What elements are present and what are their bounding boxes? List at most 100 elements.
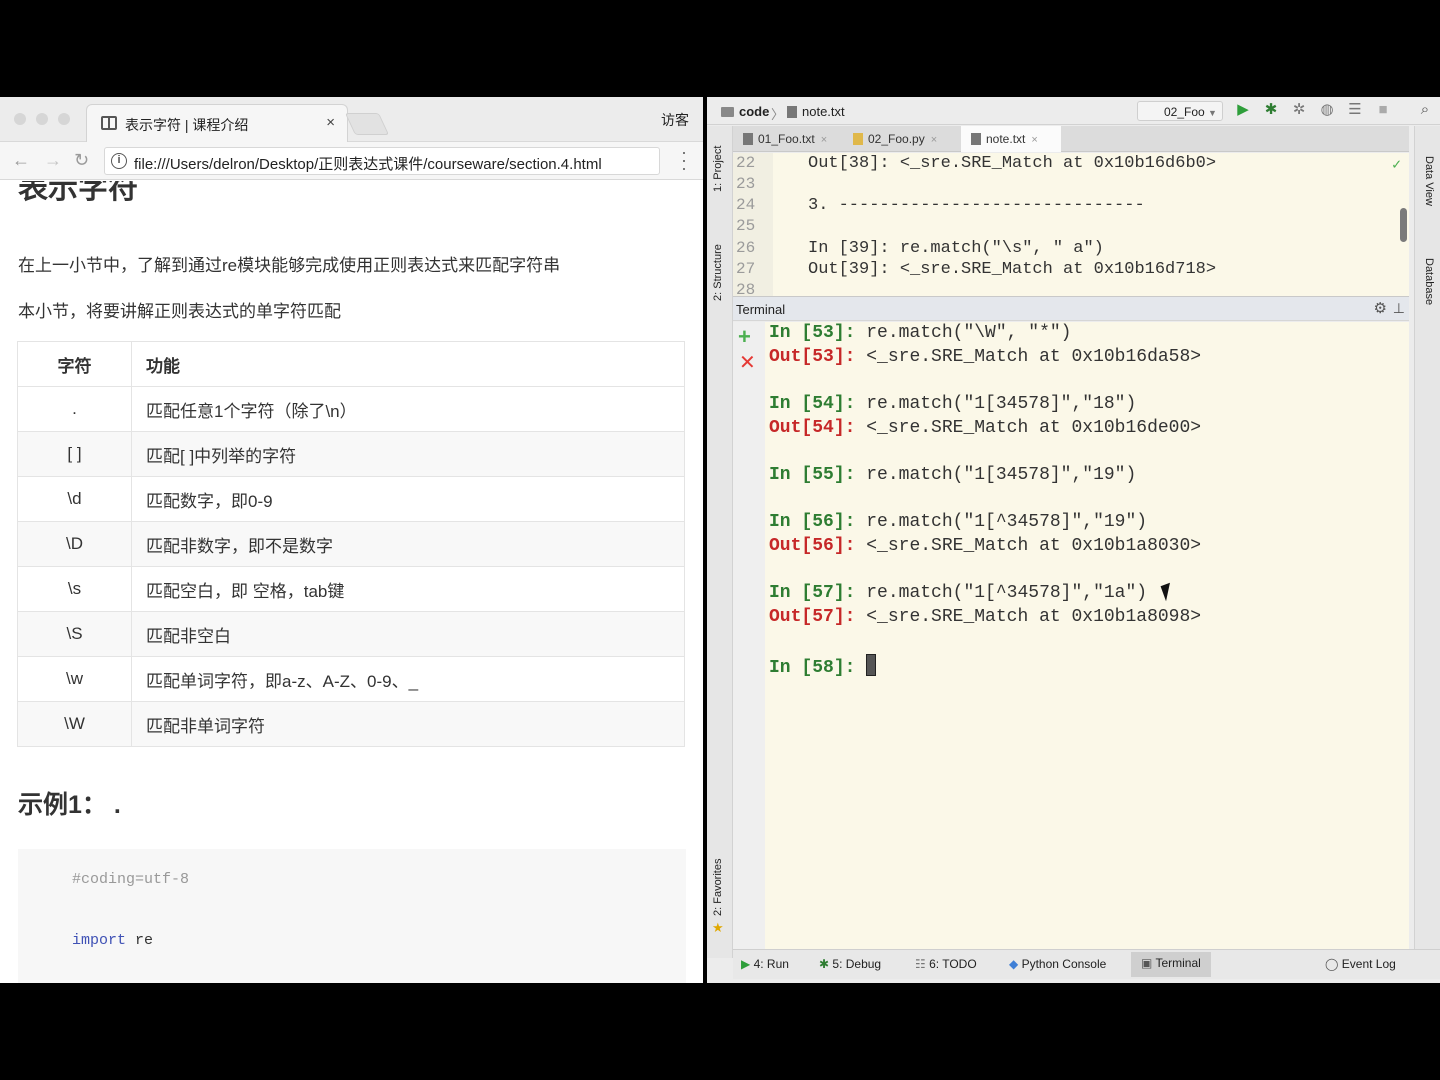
terminal-output-line: Out[54]: <_sre.SRE_Match at 0x10b16de00> [769,418,1202,438]
table-cell: 匹配[ ]中列举的字符 [131,431,685,477]
editor-tab-02-foo[interactable]: 02_Foo.py × [843,126,957,152]
code-block: #coding=utf-8 import re [18,849,686,983]
ide-window: code 〉 note.txt 02_Foo ▼ ▶ ✱ ✲ ◍ ☰ ■ ⌕ 1… [707,97,1440,983]
table-row: \w 匹配单词字符，即a-z、A-Z、0-9、_ [17,656,685,702]
close-session-icon[interactable]: ✕ [739,350,756,375]
ide-navbar: code 〉 note.txt 02_Foo ▼ ▶ ✱ ✲ ◍ ☰ ■ ⌕ [707,97,1440,125]
terminal-title: Terminal [736,302,786,317]
table-cell: 匹配单词字符，即a-z、A-Z、0-9、_ [131,656,685,702]
left-tool-strip: 1: Project 2: Structure 2: Favorites ★ [707,126,733,958]
terminal-input-line: In [53]: re.match("\W", "*") [769,323,1072,343]
table-cell: \D [17,521,132,567]
tool-window-bar: ▶ 4: Run ✱ 5: Debug ☷ 6: TODO ◆ Python C… [733,949,1440,979]
browser-tab-active[interactable]: 表示字符 | 课程介绍 × [86,104,348,142]
speech-bubble-icon: ◯ [1325,957,1339,971]
tab-close-icon[interactable]: × [931,134,937,146]
table-cell: 匹配空白，即 空格，tab键 [131,566,685,612]
run-tool-button[interactable]: ▶ 4: Run [741,957,789,971]
tab-close-icon[interactable]: × [821,134,827,146]
forward-arrow-icon[interactable]: → [44,150,62,171]
reload-icon[interactable]: ↻ [74,150,89,171]
code-editor[interactable]: 22 Out[38]: <_sre.SRE_Match at 0x10b16d6b… [733,153,1409,296]
terminal-output[interactable]: In [53]: re.match("\W", "*") Out[53]: <_… [765,322,1409,958]
build-icon[interactable]: ☰ [1347,102,1363,118]
new-tab-button[interactable] [344,113,390,135]
terminal-input-line: In [57]: re.match("1[^34578]","1a") [769,583,1148,603]
text-file-icon [971,133,981,145]
tool-database[interactable]: Database [1423,258,1435,305]
window-close-dot[interactable] [14,113,26,125]
browser-toolbar: ← → ↻ i file:///Users/delron/Desktop/正则表… [0,142,703,180]
table-row: . 匹配任意1个字符（除了\n） [17,386,685,432]
breadcrumb-file[interactable]: note.txt [787,104,845,119]
tool-structure[interactable]: 2: Structure [712,244,724,301]
browser-window: 表示字符 | 课程介绍 × 访客 ← → ↻ i file:///Users/d… [0,97,703,983]
editor-scrollbar[interactable] [1400,208,1407,242]
debug-icon[interactable]: ✱ [1263,102,1279,118]
gear-icon[interactable]: ⚙ [1374,299,1387,317]
coverage-icon[interactable]: ✲ [1291,102,1307,118]
terminal-input-line: In [55]: re.match("1[34578]","19") [769,465,1137,485]
table-header-function: 功能 [131,341,685,387]
editor-tab-01-foo[interactable]: 01_Foo.txt × [733,126,841,152]
terminal-header: Terminal ⚙ ⊥ [733,296,1409,321]
text-file-icon [743,133,753,145]
todo-icon: ☷ [915,957,926,971]
book-icon [101,116,117,130]
new-session-icon[interactable]: + [738,324,751,350]
hide-panel-icon[interactable]: ⊥ [1393,300,1405,317]
breadcrumb-project[interactable]: code [721,104,769,119]
back-arrow-icon[interactable]: ← [12,150,30,171]
table-header-char: 字符 [17,341,132,387]
table-cell: \W [17,701,132,747]
table-row: \s 匹配空白，即 空格，tab键 [17,566,685,612]
debug-tool-button[interactable]: ✱ 5: Debug [819,957,881,971]
breadcrumb-separator-icon: 〉 [771,107,785,122]
intro-paragraph: 在上一小节中，了解到通过re模块能够完成使用正则表达式来匹配字符串 [18,256,561,275]
info-icon[interactable]: i [111,153,127,169]
table-cell: 匹配任意1个字符（除了\n） [131,386,685,432]
guest-profile-label[interactable]: 访客 [661,110,689,130]
text-file-icon [787,106,797,118]
code-comment: #coding=utf-8 [72,871,190,888]
table-row: \D 匹配非数字，即不是数字 [17,521,685,567]
run-icon[interactable]: ▶ [1235,102,1251,118]
debug-icon: ✱ [819,957,830,971]
terminal-prompt-line[interactable]: In [58]: [769,654,877,678]
tab-close-icon[interactable]: × [326,114,335,131]
tool-project[interactable]: 1: Project [712,146,724,192]
todo-tool-button[interactable]: ☷ 6: TODO [915,957,977,971]
browser-menu-icon[interactable]: · · · [681,143,687,177]
editor-tab-note[interactable]: note.txt × [961,126,1061,152]
run-icon: ▶ [741,957,751,971]
run-config-dropdown[interactable]: 02_Foo ▼ [1137,101,1223,121]
terminal-tool-button[interactable]: ▣ Terminal [1131,952,1211,977]
terminal-output-line: Out[56]: <_sre.SRE_Match at 0x10b1a8030> [769,536,1202,556]
table-row: \d 匹配数字，即0-9 [17,476,685,522]
window-zoom-dot[interactable] [58,113,70,125]
editor-tabbar: 01_Foo.txt × 02_Foo.py × note.txt × [733,126,1409,152]
profile-icon[interactable]: ◍ [1319,102,1335,118]
example-heading: 示例1： . [18,791,121,819]
table-cell: 匹配非单词字符 [131,701,685,747]
table-cell: [ ] [17,431,132,477]
event-log-button[interactable]: ◯ Event Log [1325,957,1396,971]
browser-tabbar: 表示字符 | 课程介绍 × 访客 [0,97,703,142]
terminal-toolbar: + ✕ [733,322,765,958]
table-cell: 匹配数字，即0-9 [131,476,685,522]
table-cell: \w [17,656,132,702]
tab-close-icon[interactable]: × [1031,134,1037,146]
table-cell: \S [17,611,132,657]
search-icon[interactable]: ⌕ [1417,102,1433,118]
stop-icon[interactable]: ■ [1375,102,1391,118]
star-icon: ★ [712,920,724,935]
table-row: [ ] 匹配[ ]中列举的字符 [17,431,685,477]
python-icon: ◆ [1009,957,1019,971]
tool-favorites[interactable]: 2: Favorites [712,859,724,916]
window-minimize-dot[interactable] [36,113,48,125]
address-bar[interactable]: i file:///Users/delron/Desktop/正则表达式课件/c… [104,147,660,175]
table-cell: . [17,386,132,432]
tool-data-view[interactable]: Data View [1423,156,1435,206]
url-text[interactable]: file:///Users/delron/Desktop/正则表达式课件/cou… [134,153,602,174]
python-console-button[interactable]: ◆ Python Console [1009,957,1106,971]
